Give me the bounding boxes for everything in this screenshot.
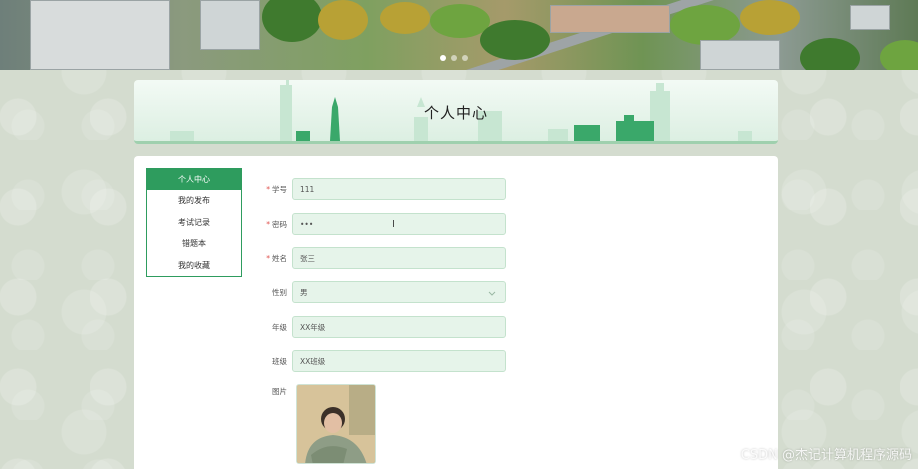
carousel-indicators bbox=[440, 55, 468, 61]
banner-tree bbox=[740, 0, 800, 35]
sidebar-menu: 个人中心 我的发布 考试记录 错题本 我的收藏 bbox=[146, 168, 242, 277]
sidebar-item-my-posts[interactable]: 我的发布 bbox=[147, 190, 241, 211]
carousel-banner[interactable] bbox=[0, 0, 918, 70]
student-id-input[interactable]: 111 bbox=[292, 178, 506, 200]
banner-building bbox=[200, 0, 260, 50]
avatar-upload[interactable] bbox=[296, 384, 376, 464]
banner-tree bbox=[318, 0, 368, 40]
required-mark: * bbox=[266, 253, 270, 263]
password-label: * 密码 bbox=[266, 219, 287, 229]
page-header: 个人中心 bbox=[134, 80, 778, 144]
name-label: * 姓名 bbox=[266, 253, 287, 263]
form-row-photo: 图片 bbox=[254, 385, 292, 397]
banner-building bbox=[30, 0, 170, 70]
banner-building bbox=[850, 5, 890, 30]
sidebar-item-profile[interactable]: 个人中心 bbox=[147, 169, 241, 191]
grade-input[interactable]: XX年级 bbox=[292, 316, 506, 338]
banner-tree bbox=[262, 0, 322, 42]
password-input[interactable]: ••• bbox=[292, 213, 506, 235]
gender-select[interactable]: 男 bbox=[292, 281, 506, 303]
photo-label: 图片 bbox=[272, 386, 287, 396]
form-row-name: * 姓名 张三 bbox=[254, 247, 506, 269]
sidebar-item-favorites[interactable]: 我的收藏 bbox=[147, 255, 241, 276]
student-id-label: * 学号 bbox=[266, 184, 287, 194]
banner-building bbox=[550, 5, 670, 33]
form-row-student-id: * 学号 111 bbox=[254, 178, 506, 200]
carousel-dot[interactable] bbox=[440, 55, 446, 61]
carousel-dot[interactable] bbox=[451, 55, 457, 61]
grade-label: 年级 bbox=[272, 322, 287, 332]
watermark: CSDN @杰记计算机程序源码 bbox=[740, 448, 912, 463]
sidebar-item-wrong-questions[interactable]: 错题本 bbox=[147, 233, 241, 254]
page-title: 个人中心 bbox=[423, 104, 488, 122]
form-row-grade: 年级 XX年级 bbox=[254, 316, 506, 338]
banner-tree bbox=[480, 20, 550, 60]
required-mark: * bbox=[266, 184, 270, 194]
profile-panel: 个人中心 我的发布 考试记录 错题本 我的收藏 * 学号 111 * 密码 ••• … bbox=[134, 156, 778, 469]
banner-tree bbox=[670, 5, 740, 45]
carousel-dot[interactable] bbox=[462, 55, 468, 61]
banner-building bbox=[700, 40, 780, 70]
banner-tree bbox=[800, 38, 860, 70]
form-row-class: 班级 XX班级 bbox=[254, 350, 506, 372]
class-input[interactable]: XX班级 bbox=[292, 350, 506, 372]
sidebar-item-exam-records[interactable]: 考试记录 bbox=[147, 212, 241, 233]
form-row-gender: 性别 男 bbox=[254, 281, 506, 303]
chevron-down-icon bbox=[488, 291, 496, 296]
banner-tree bbox=[380, 2, 430, 34]
form-row-password: * 密码 ••• bbox=[254, 213, 506, 235]
name-input[interactable]: 张三 bbox=[292, 247, 506, 269]
text-cursor-icon: I bbox=[392, 219, 395, 230]
required-mark: * bbox=[266, 219, 270, 229]
avatar bbox=[297, 385, 375, 463]
banner-tree bbox=[880, 40, 918, 70]
class-label: 班级 bbox=[272, 356, 287, 366]
gender-label: 性别 bbox=[272, 287, 287, 297]
